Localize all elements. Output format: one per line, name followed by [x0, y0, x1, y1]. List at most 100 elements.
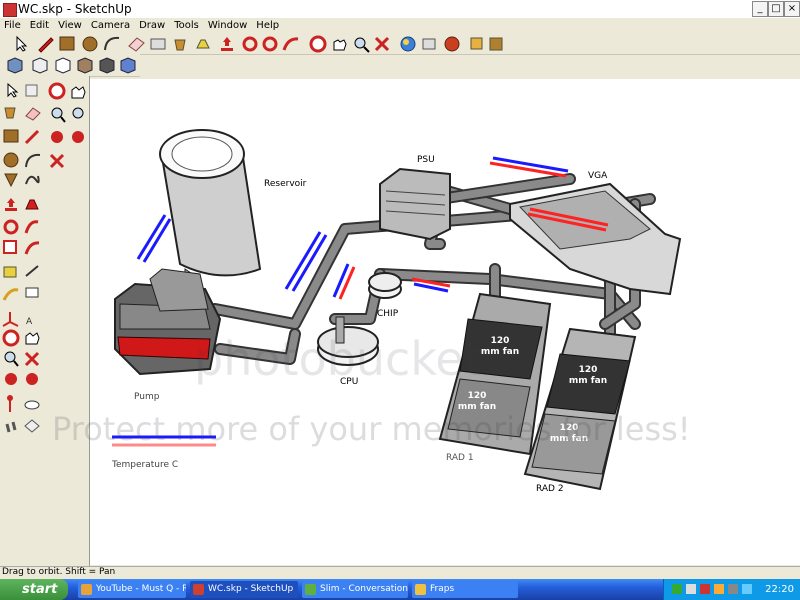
push-pull-icon[interactable] — [196, 39, 210, 49]
top-view-icon[interactable] — [32, 57, 48, 74]
watermark-slogan: Protect more of your memories for less! — [52, 410, 691, 448]
protractor-tool-icon[interactable] — [2, 288, 19, 301]
zoom-extents-icon[interactable] — [374, 36, 390, 52]
scale-tool-icon[interactable] — [3, 240, 17, 254]
orbit-alt-icon[interactable] — [48, 82, 66, 100]
orbit-icon[interactable] — [309, 35, 327, 53]
circle-tool-icon[interactable] — [3, 152, 19, 168]
maximize-button[interactable]: □ — [768, 1, 784, 17]
next-view-icon[interactable] — [26, 373, 38, 385]
3d-text-tool-icon[interactable]: A — [26, 317, 33, 327]
minimize-button[interactable]: _ — [752, 1, 768, 17]
pencil-icon[interactable] — [38, 37, 54, 53]
share-model-icon[interactable] — [444, 36, 460, 52]
previous-view-icon[interactable] — [5, 373, 17, 385]
sketchup-icon — [193, 584, 204, 595]
follow-me-tool-icon[interactable] — [24, 220, 39, 234]
move-tool-icon[interactable] — [5, 198, 17, 211]
look-around-icon[interactable] — [24, 400, 40, 410]
menu-tools[interactable]: Tools — [170, 19, 204, 33]
rectangle-tool-icon[interactable] — [3, 129, 19, 143]
paint-tool-icon[interactable] — [4, 107, 16, 119]
menu-draw[interactable]: Draw — [135, 19, 170, 33]
arc-tool-icon[interactable] — [25, 153, 41, 168]
menu-camera[interactable]: Camera — [87, 19, 135, 33]
dimension-tool-icon[interactable] — [25, 265, 39, 277]
taskbar-button-youtube[interactable]: YouTube - Must Q - R... — [78, 581, 186, 598]
offset-tool-icon[interactable] — [24, 241, 40, 255]
zoom-window-icon[interactable] — [24, 351, 40, 367]
axes-tool-icon[interactable] — [2, 312, 19, 327]
left-view-icon[interactable] — [120, 57, 136, 74]
eraser-tool-icon[interactable] — [25, 107, 41, 121]
back-view-icon[interactable] — [99, 57, 115, 74]
orbit-tool-icon[interactable] — [2, 329, 20, 347]
tray-icon-3[interactable] — [700, 584, 710, 594]
tape-icon[interactable] — [150, 38, 166, 50]
menu-view[interactable]: View — [54, 19, 87, 33]
iso-view-icon[interactable] — [7, 57, 23, 74]
close-button[interactable]: × — [784, 1, 800, 17]
status-bar: Drag to orbit. Shift = Pan — [0, 566, 800, 580]
paint-bucket-icon[interactable] — [174, 39, 186, 51]
right-view-icon[interactable] — [77, 57, 93, 74]
previous-alt-icon[interactable] — [51, 131, 63, 143]
arc-icon[interactable] — [104, 36, 120, 51]
front-view-icon[interactable] — [55, 57, 71, 74]
model-canvas[interactable]: Reservoir PSU VGA CHIP CPU Pump RAD 1 RA… — [90, 79, 800, 565]
get-current-view-icon[interactable] — [400, 36, 416, 52]
menu-help[interactable]: Help — [252, 19, 284, 33]
taskbar-button-slim[interactable]: Slim - Conversation — [302, 581, 408, 598]
tray-icon-1[interactable] — [672, 584, 682, 594]
make-component-icon[interactable] — [25, 84, 38, 97]
offset-icon[interactable] — [282, 37, 299, 51]
menu-file[interactable]: File — [0, 19, 26, 33]
push-pull-tool-icon[interactable] — [25, 199, 39, 210]
zoom-icon[interactable] — [354, 37, 370, 53]
tray-icon-4[interactable] — [714, 584, 724, 594]
zoom-window-alt-icon[interactable] — [72, 107, 84, 119]
eraser-icon[interactable] — [128, 37, 145, 52]
components-icon[interactable] — [470, 37, 483, 50]
pan-tool-icon[interactable] — [25, 332, 40, 345]
pan-alt-icon[interactable] — [71, 86, 86, 99]
position-camera-icon[interactable] — [7, 395, 13, 412]
walk-tool-icon[interactable] — [5, 421, 17, 433]
taskbar-button-sketchup[interactable]: WC.skp - SketchUp — [190, 581, 298, 598]
zoom-tool-icon[interactable] — [4, 351, 19, 367]
rectangle-icon[interactable] — [59, 36, 75, 51]
tape-tool-icon[interactable] — [3, 266, 17, 278]
menu-window[interactable]: Window — [204, 19, 252, 33]
system-tray: 22:20 — [663, 579, 800, 600]
rotate-tool-icon[interactable] — [3, 219, 19, 235]
start-button[interactable]: start — [0, 579, 68, 600]
zoom-extents-alt-icon[interactable] — [49, 153, 65, 169]
rad2-fan-top-label: 120 mm fan — [568, 365, 608, 386]
polygon-tool-icon[interactable] — [4, 173, 18, 188]
chip-label: CHIP — [377, 309, 399, 319]
menu-edit[interactable]: Edit — [26, 19, 54, 33]
text-tool-icon[interactable] — [25, 287, 39, 298]
select-tool-icon[interactable] — [7, 82, 19, 98]
taskbar-button-fraps[interactable]: Fraps — [412, 581, 518, 598]
zoom-alt-icon[interactable] — [51, 107, 66, 123]
title-bar[interactable]: WC.skp - SketchUp _ □ × — [0, 0, 800, 18]
line-tool-icon[interactable] — [24, 129, 40, 145]
circle-icon[interactable] — [82, 36, 98, 52]
next-alt-icon[interactable] — [72, 131, 84, 143]
network-icon[interactable] — [742, 584, 752, 594]
section-plane-icon[interactable] — [24, 419, 40, 433]
vga-label: VGA — [588, 171, 608, 181]
freehand-tool-icon[interactable] — [25, 175, 40, 185]
left-toolbar-primary: A — [0, 76, 48, 566]
select-icon[interactable] — [16, 35, 28, 52]
pump-label: Pump — [134, 392, 160, 402]
place-model-icon[interactable] — [422, 38, 436, 50]
rotate-icon[interactable] — [242, 36, 258, 52]
move-icon[interactable] — [221, 37, 233, 51]
pan-icon[interactable] — [333, 39, 347, 51]
follow-me-icon[interactable] — [262, 36, 278, 52]
volume-icon[interactable] — [728, 584, 738, 594]
share-component-icon[interactable] — [489, 37, 503, 51]
tray-icon-2[interactable] — [686, 584, 696, 594]
